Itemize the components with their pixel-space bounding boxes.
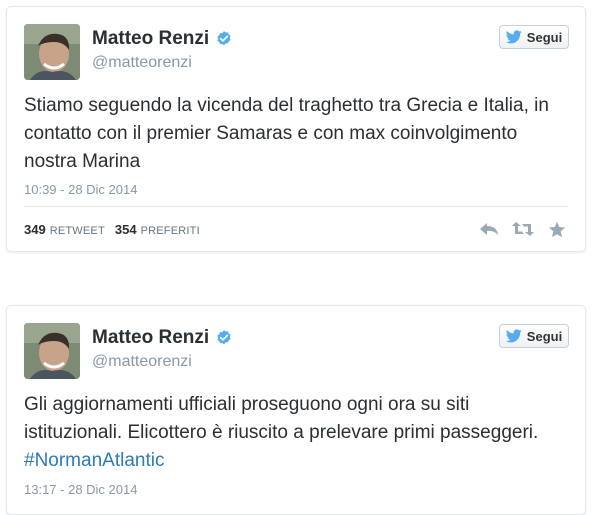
- favorite-icon: [548, 221, 566, 237]
- favorite-label[interactable]: PREFERITI: [141, 225, 200, 237]
- author-row: Matteo Renzi: [92, 326, 233, 350]
- verified-badge-icon: [217, 31, 231, 46]
- retweet-count[interactable]: 349: [24, 222, 46, 237]
- retweet-icon: [512, 222, 534, 236]
- favorite-button[interactable]: [546, 220, 568, 238]
- follow-label: Segui: [526, 328, 563, 344]
- retweet-label[interactable]: RETWEET: [50, 225, 105, 237]
- display-name[interactable]: Matteo Renzi: [92, 28, 209, 50]
- verified-badge-icon: [217, 330, 231, 345]
- twitter-bird-icon: [505, 30, 522, 44]
- tweet-actions: [466, 220, 568, 238]
- follow-label: Segui: [526, 29, 563, 45]
- follow-button[interactable]: Segui: [499, 25, 569, 49]
- avatar[interactable]: [24, 323, 80, 379]
- tweet-text-body: Gli aggiornamenti ufficiali proseguono o…: [24, 394, 539, 443]
- tweet-text: Stiamo seguendo la vicenda del traghetto…: [24, 95, 549, 172]
- avatar[interactable]: [24, 24, 80, 80]
- tweet-card: Matteo Renzi @matteorenzi Segui Stiamo s…: [6, 6, 586, 252]
- tweet-card: Matteo Renzi @matteorenzi Segui Gli aggi…: [6, 305, 586, 515]
- favorite-count[interactable]: 354: [115, 222, 137, 237]
- hashtag-link[interactable]: #NormanAtlantic: [24, 450, 164, 471]
- tweet-stats: 349 RETWEET 354 PREFERITI: [24, 222, 200, 237]
- tweet-timestamp[interactable]: 13:17 - 28 Dic 2014: [24, 482, 137, 497]
- retweet-button[interactable]: [512, 220, 534, 238]
- follow-button[interactable]: Segui: [499, 324, 569, 348]
- reply-button[interactable]: [478, 220, 500, 238]
- tweet-text: Gli aggiornamenti ufficiali proseguono o…: [24, 391, 561, 475]
- author-row: Matteo Renzi: [92, 27, 233, 51]
- tweet-timestamp[interactable]: 10:39 - 28 Dic 2014: [24, 182, 137, 197]
- username[interactable]: @matteorenzi: [92, 353, 192, 371]
- twitter-bird-icon: [505, 329, 522, 343]
- reply-icon: [480, 223, 498, 235]
- divider: [24, 206, 568, 207]
- username[interactable]: @matteorenzi: [92, 54, 192, 72]
- display-name[interactable]: Matteo Renzi: [92, 327, 209, 349]
